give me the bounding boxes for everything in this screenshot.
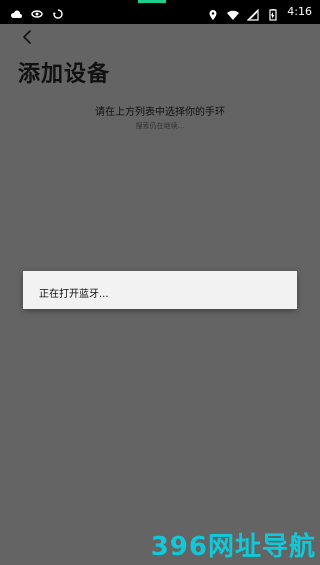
back-button[interactable]: [18, 28, 38, 46]
cloud-icon: [10, 5, 22, 18]
sync-icon: [52, 5, 64, 19]
search-hint-text: 搜索仍在继续...: [135, 122, 185, 130]
dialog-message: 正在打开蓝牙...: [39, 289, 109, 300]
status-right-icons: 4:16: [207, 4, 312, 21]
status-bar: 4:16: [0, 0, 320, 24]
page-title: 添加设备: [18, 62, 111, 87]
back-arrow-icon: [23, 30, 31, 44]
status-time: 4:16: [287, 5, 312, 18]
signal-icon: [246, 6, 259, 21]
eye-icon: [31, 5, 43, 18]
progress-dialog: 正在打开蓝牙...: [23, 271, 297, 309]
screen: 4:16 添加设备 请在上方列表中选择你的手环 搜索仍在继续... 正在打开蓝牙…: [0, 0, 320, 565]
status-accent-bar: [138, 0, 166, 3]
instruction-text: 请在上方列表中选择你的手环: [95, 107, 225, 118]
location-icon: [207, 6, 219, 20]
wifi-icon: [227, 6, 240, 20]
status-left-icons: [10, 5, 64, 19]
watermark: 396网址导航: [150, 532, 316, 562]
battery-icon: [267, 6, 279, 21]
